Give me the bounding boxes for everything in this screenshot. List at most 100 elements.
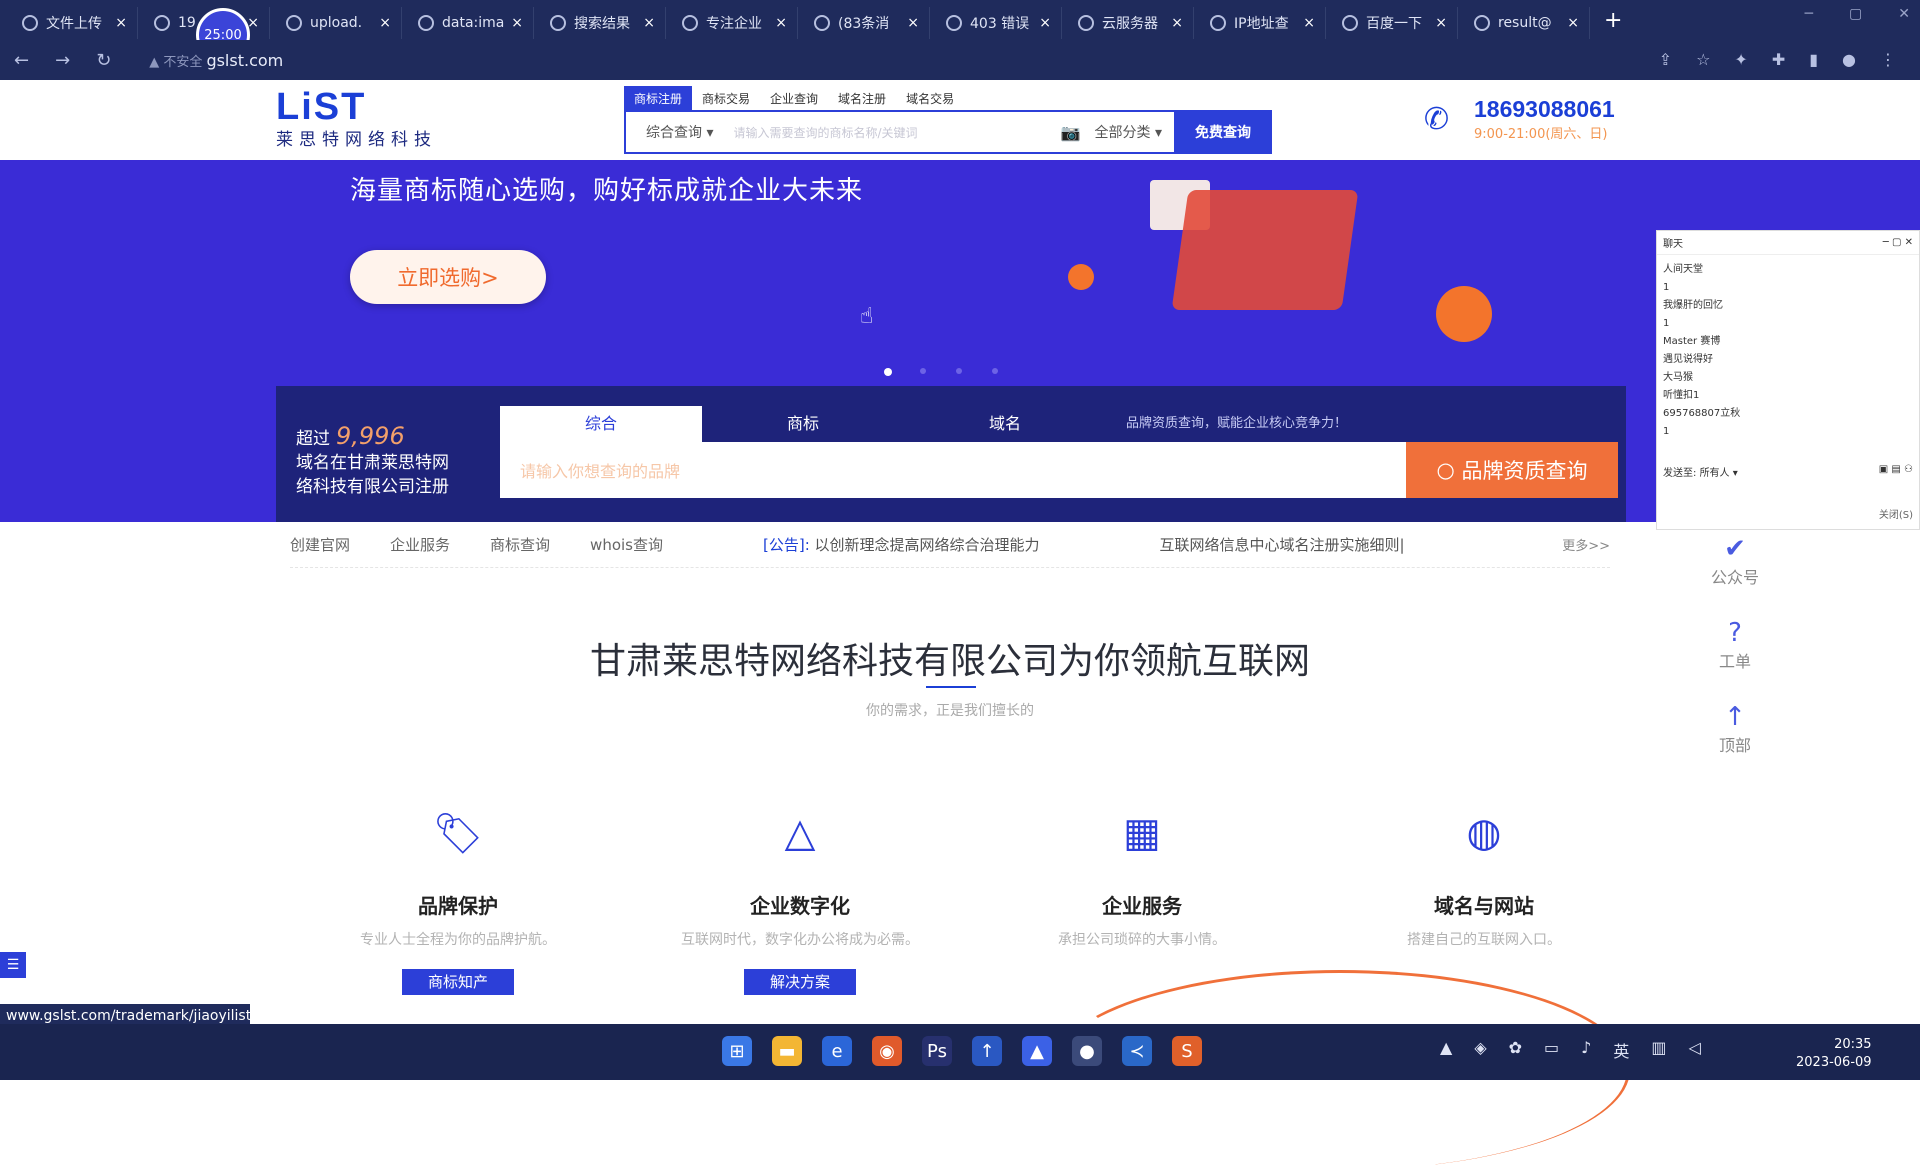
list-icon[interactable]: ☰	[0, 952, 26, 978]
quick-link[interactable]: whois查询	[590, 534, 663, 555]
vscode-icon[interactable]: ≺	[1122, 1036, 1152, 1066]
more-link[interactable]: 更多>>	[1562, 535, 1610, 554]
start-icon[interactable]: ⊞	[722, 1036, 752, 1066]
share-icon[interactable]: ⇪	[1659, 50, 1672, 69]
tab-close-icon[interactable]: ×	[907, 15, 919, 31]
star-icon[interactable]: ☆	[1696, 50, 1710, 69]
carousel-dot[interactable]	[992, 368, 998, 374]
site-logo[interactable]: LiST 莱思特网络科技	[276, 86, 466, 150]
chat-message: 1	[1663, 282, 1670, 293]
tab-close-icon[interactable]: ×	[115, 15, 127, 31]
minimize-icon[interactable]: ─	[1805, 6, 1813, 22]
browser-tab[interactable]: 文件上传 ×	[6, 7, 138, 39]
brand-query-input[interactable]: 请输入你想查询的品牌	[500, 458, 1406, 482]
tab-close-icon[interactable]: ×	[1171, 15, 1183, 31]
quick-link[interactable]: 创建官网	[290, 534, 350, 555]
screen-recorder-icon[interactable]: ●	[1072, 1036, 1102, 1066]
tab-close-icon[interactable]: ×	[1039, 15, 1051, 31]
free-query-button[interactable]: 免费查询	[1174, 110, 1272, 154]
browser-tab[interactable]: 搜索结果 ×	[534, 7, 666, 39]
browser-tab[interactable]: data:ima ×	[402, 7, 534, 39]
photoshop-icon[interactable]: Ps	[922, 1036, 952, 1066]
banner-slogan: 海量商标随心选购，购好标成就企业大未来	[350, 176, 864, 206]
tab-close-icon[interactable]: ×	[1303, 15, 1315, 31]
extension-icon[interactable]: ✦	[1734, 50, 1747, 69]
chat-tool-icons[interactable]: ▣ ▤ ⚇	[1879, 464, 1913, 479]
back-icon[interactable]: ←	[14, 50, 29, 71]
tray-mic-icon[interactable]: ♪	[1581, 1038, 1591, 1062]
browser-tab[interactable]: (83条消 ×	[798, 7, 930, 39]
chrome-icon[interactable]: ◉	[872, 1036, 902, 1066]
tab-close-icon[interactable]: ×	[379, 15, 391, 31]
carousel-dot-active[interactable]	[884, 368, 892, 376]
query-tab[interactable]: 域名	[904, 406, 1106, 442]
search-type-select[interactable]: 综合查询 ▾	[626, 122, 733, 142]
meeting-icon[interactable]: ▲	[1022, 1036, 1052, 1066]
tab-label: 专注企业	[706, 16, 762, 32]
tray-meeting-icon[interactable]: ▲	[1440, 1038, 1452, 1062]
menu-icon[interactable]: ⋮	[1880, 50, 1896, 69]
puzzle-icon[interactable]: ✚	[1772, 50, 1785, 69]
quick-link[interactable]: 企业服务	[390, 534, 450, 555]
browser-tab[interactable]: IP地址查 ×	[1194, 7, 1326, 39]
tray-app-icon[interactable]: ✿	[1509, 1038, 1522, 1062]
browser-tab[interactable]: result@ ×	[1458, 7, 1590, 39]
chat-close-button[interactable]: 关闭(S)	[1879, 506, 1913, 521]
forward-icon[interactable]: →	[55, 50, 70, 71]
edge-icon[interactable]: e	[822, 1036, 852, 1066]
camera-icon[interactable]: 📷	[1061, 123, 1081, 142]
browser-tab[interactable]: 专注企业 ×	[666, 7, 798, 39]
search-tab[interactable]: 商标注册	[624, 86, 693, 110]
profile-icon[interactable]: ●	[1842, 50, 1856, 69]
search-tab[interactable]: 域名交易	[896, 86, 964, 110]
tab-close-icon[interactable]: ×	[1567, 15, 1579, 31]
sublime-icon[interactable]: S	[1172, 1036, 1202, 1066]
tab-close-icon[interactable]: ×	[643, 15, 655, 31]
query-tab[interactable]: 商标	[702, 406, 904, 442]
carousel-dot[interactable]	[920, 368, 926, 374]
app-icon[interactable]: ↑	[972, 1036, 1002, 1066]
header-search-input[interactable]: 请输入需要查询的商标名称/关键词	[733, 124, 1060, 141]
brand-query-button[interactable]: ○ 品牌资质查询	[1406, 442, 1618, 498]
search-tab[interactable]: 企业查询	[760, 86, 828, 110]
tab-close-icon[interactable]: ×	[511, 15, 523, 31]
tray-device-icon[interactable]: ▭	[1544, 1038, 1559, 1062]
query-tab[interactable]: 综合	[500, 406, 702, 442]
back-to-top-item[interactable]: ↑ 顶部	[1690, 702, 1780, 756]
feature-button[interactable]: 解决方案	[744, 969, 856, 995]
security-warning[interactable]: ▲ 不安全	[149, 51, 202, 70]
announcement[interactable]: [公告]: 以创新理念提高网络综合治理能力	[763, 534, 1040, 555]
folder-icon[interactable]: ▬	[772, 1036, 802, 1066]
chat-window-controls[interactable]: ─ ▢ ✕	[1883, 237, 1913, 248]
query-bar: 请输入你想查询的品牌 ○ 品牌资质查询	[500, 442, 1618, 498]
volume-icon[interactable]: ◁	[1689, 1038, 1701, 1062]
browser-tab[interactable]: 云服务器 ×	[1062, 7, 1194, 39]
reload-icon[interactable]: ↻	[96, 50, 111, 71]
browser-tab[interactable]: 403 错误 ×	[930, 7, 1062, 39]
section-title: 甘肃莱思特网络科技有限公司为你领航互联网	[589, 641, 1310, 682]
new-tab-button[interactable]: +	[1604, 8, 1622, 33]
close-window-icon[interactable]: ✕	[1898, 6, 1910, 22]
search-tab[interactable]: 域名注册	[828, 86, 896, 110]
send-to-select[interactable]: 所有人	[1700, 468, 1730, 479]
announcement-2[interactable]: 互联网络信息中心域名注册实施细则|	[1160, 534, 1405, 555]
tab-close-icon[interactable]: ×	[775, 15, 787, 31]
search-tab[interactable]: 商标交易	[692, 86, 760, 110]
quick-link[interactable]: 商标查询	[490, 534, 550, 555]
system-clock[interactable]: 20:35 2023-06-09	[1796, 1036, 1872, 1072]
wechat-official-item[interactable]: ✔ 公众号	[1690, 534, 1780, 588]
ime-indicator[interactable]: 英	[1613, 1038, 1629, 1062]
network-icon[interactable]: ▥	[1651, 1038, 1666, 1062]
browser-tab[interactable]: 百度一下 ×	[1326, 7, 1458, 39]
maximize-icon[interactable]: ▢	[1849, 6, 1862, 22]
browser-tab[interactable]: upload. ×	[270, 7, 402, 39]
buy-now-button[interactable]: 立即选购>	[350, 250, 546, 304]
sidebar-icon[interactable]: ▮	[1809, 50, 1818, 69]
feature-button[interactable]: 商标知产	[402, 969, 514, 995]
category-select[interactable]: 全部分类 ▾	[1095, 122, 1162, 142]
carousel-dot[interactable]	[956, 368, 962, 374]
tab-close-icon[interactable]: ×	[1435, 15, 1447, 31]
tray-shield-icon[interactable]: ◈	[1474, 1038, 1486, 1062]
url-input[interactable]: gslst.com	[206, 51, 283, 70]
ticket-item[interactable]: ? 工单	[1690, 618, 1780, 672]
